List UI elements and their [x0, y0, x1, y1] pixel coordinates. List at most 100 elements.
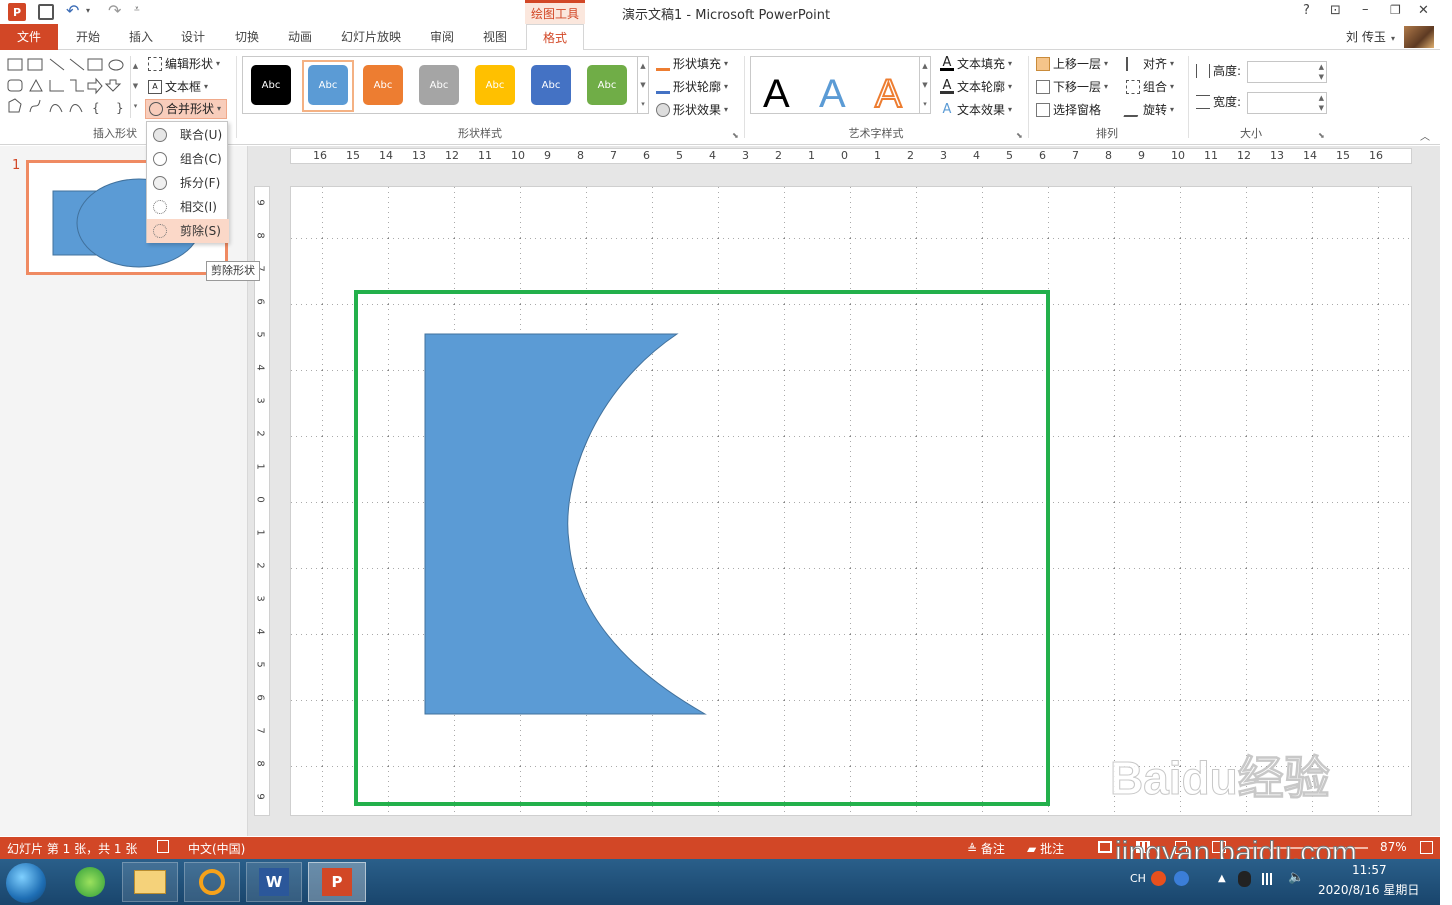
powerpoint-app-icon[interactable]: P	[8, 3, 26, 21]
wordart-style-blue[interactable]: A	[819, 67, 846, 121]
tab-animations[interactable]: 动画	[277, 24, 323, 50]
shape-effects-button[interactable]: 形状效果 ▾	[656, 100, 728, 120]
tab-review[interactable]: 审阅	[420, 24, 464, 50]
taskbar-word[interactable]: W	[246, 862, 302, 902]
comments-button[interactable]: ▰ 批注	[1027, 840, 1064, 857]
shape-style-swatch[interactable]: Abc	[251, 65, 291, 105]
edit-shape-button[interactable]: 编辑形状 ▾	[148, 54, 220, 74]
bring-forward-button[interactable]: 上移一层 ▾	[1036, 54, 1108, 74]
taskbar-browser[interactable]	[62, 862, 118, 902]
language-status[interactable]: 中文(中国)	[188, 840, 245, 857]
merge-shapes-menu: 联合(U) 组合(C) 拆分(F) 相交(I) 剪除(S)	[146, 121, 229, 243]
dialog-launcher-icon[interactable]: ⬊	[1016, 131, 1023, 140]
ruler-tick-label: 1	[808, 149, 815, 162]
dialog-launcher-icon[interactable]: ⬊	[1318, 131, 1325, 140]
ruler-tick-label: 9	[544, 149, 551, 162]
ime-indicator[interactable]: CH	[1130, 872, 1146, 885]
customize-toolbar-icon[interactable]: ⩡	[134, 4, 140, 15]
shape-style-swatch[interactable]: Abc	[475, 65, 515, 105]
width-spinner[interactable]: ▲ ▼	[1319, 93, 1324, 113]
help-button[interactable]: ?	[1303, 3, 1310, 18]
start-button[interactable]	[6, 863, 46, 903]
close-button[interactable]: ✕	[1418, 3, 1429, 18]
text-outline-button[interactable]: A 文本轮廓 ▾	[940, 77, 1012, 97]
align-button[interactable]: 对齐 ▾	[1126, 54, 1174, 74]
text-effects-button[interactable]: A 文本效果 ▾	[940, 100, 1012, 120]
tab-insert[interactable]: 插入	[118, 24, 164, 50]
shapes-gallery-scroll[interactable]: ▲ ▼ ▾	[130, 56, 140, 118]
dialog-launcher-icon[interactable]: ⬊	[732, 131, 739, 140]
ruler-tick-label: 5	[1006, 149, 1013, 162]
shape-style-swatch[interactable]: Abc	[531, 65, 571, 105]
tab-home[interactable]: 开始	[64, 24, 112, 50]
wordart-gallery[interactable]: A A A	[750, 56, 920, 117]
group-icon	[1126, 80, 1140, 94]
volume-icon[interactable]: 🔈	[1288, 870, 1304, 885]
clock-time[interactable]: 11:57	[1352, 863, 1387, 877]
qq-icon[interactable]	[1238, 871, 1251, 887]
normal-view-icon[interactable]	[1098, 841, 1112, 853]
tab-format[interactable]: 格式	[526, 24, 584, 51]
group-button[interactable]: 组合 ▾	[1126, 77, 1174, 97]
avatar[interactable]	[1404, 26, 1434, 48]
shape-styles-scroll[interactable]: ▲ ▼ ▾	[638, 56, 649, 114]
ruler-tick-label: 2	[775, 149, 782, 162]
height-spinner[interactable]: ▲ ▼	[1319, 62, 1324, 82]
ribbon-display-options-button[interactable]: ⊡	[1330, 3, 1341, 18]
tab-slideshow[interactable]: 幻灯片放映	[332, 24, 410, 50]
shape-outline-button[interactable]: 形状轮廓 ▾	[656, 77, 728, 97]
ruler-tick-label: 3	[254, 595, 266, 602]
taskbar-explorer[interactable]	[122, 862, 178, 902]
help-tray-icon[interactable]	[1174, 871, 1189, 886]
selection-pane-button[interactable]: 选择窗格	[1036, 100, 1101, 120]
width-input[interactable]: ▲ ▼	[1247, 92, 1327, 114]
user-dropdown-icon[interactable]: ▾	[1391, 34, 1395, 43]
ruler-tick-label: 6	[254, 694, 266, 701]
tab-transitions[interactable]: 切换	[224, 24, 270, 50]
height-label: 高度:	[1196, 61, 1241, 81]
ruler-tick-label: 12	[1237, 149, 1251, 162]
shape-style-swatch[interactable]: Abc	[363, 65, 403, 105]
collapse-ribbon-icon[interactable]: ︿	[1420, 128, 1430, 143]
ruler-tick-label: 1	[254, 529, 266, 536]
ruler-tick-label: 15	[1336, 149, 1350, 162]
undo-dropdown-icon[interactable]: ▾	[86, 6, 90, 15]
redo-icon[interactable]: ↷	[108, 1, 121, 20]
shapes-gallery[interactable]: {}	[6, 56, 130, 118]
shape-style-swatch[interactable]: Abc	[419, 65, 459, 105]
height-input[interactable]: ▲ ▼	[1247, 61, 1327, 83]
spell-check-icon[interactable]	[157, 840, 169, 853]
save-icon[interactable]	[38, 4, 54, 20]
text-fill-button[interactable]: A 文本填充 ▾	[940, 54, 1012, 74]
shape-fill-button[interactable]: 形状填充 ▾	[656, 54, 728, 74]
tab-design[interactable]: 设计	[170, 24, 216, 50]
wordart-scroll[interactable]: ▲ ▼ ▾	[920, 56, 931, 114]
send-backward-button[interactable]: 下移一层 ▾	[1036, 77, 1108, 97]
shape-style-swatch[interactable]: Abc	[587, 65, 627, 105]
text-box-button[interactable]: A 文本框 ▾	[148, 77, 208, 97]
maximize-button[interactable]: ❐	[1390, 3, 1401, 17]
notes-button[interactable]: ≜ 备注	[967, 840, 1005, 857]
zoom-level[interactable]: 87%	[1380, 840, 1407, 854]
slide-canvas[interactable]	[290, 186, 1412, 816]
user-name[interactable]: 刘 传玉	[1346, 28, 1386, 45]
clock-date[interactable]: 2020/8/16 星期日	[1318, 881, 1419, 898]
shape-style-swatch[interactable]: Abc	[308, 65, 348, 105]
sogou-icon[interactable]	[1151, 871, 1166, 886]
taskbar-search-tool[interactable]	[184, 862, 240, 902]
network-icon[interactable]	[1262, 873, 1278, 885]
ruler-tick-label: 8	[254, 232, 266, 239]
fit-to-window-icon[interactable]	[1420, 841, 1433, 854]
rotate-button[interactable]: 旋转 ▾	[1123, 100, 1174, 120]
tab-view[interactable]: 视图	[472, 24, 518, 50]
wordart-style-black[interactable]: A	[763, 67, 790, 121]
undo-icon[interactable]: ↶	[66, 1, 79, 20]
minimize-button[interactable]: –	[1362, 2, 1369, 17]
merge-shapes-button[interactable]: 合并形状 ▾	[145, 99, 227, 119]
tab-file[interactable]: 文件	[0, 24, 58, 50]
wordart-style-orange-outline[interactable]: A	[874, 67, 903, 121]
taskbar-powerpoint[interactable]: P	[308, 862, 366, 902]
ruler-tick-label: 5	[254, 661, 266, 668]
shape-styles-gallery[interactable]: Abc Abc Abc Abc Abc Abc Abc	[242, 56, 638, 114]
show-hidden-icons[interactable]: ▲	[1218, 873, 1226, 884]
